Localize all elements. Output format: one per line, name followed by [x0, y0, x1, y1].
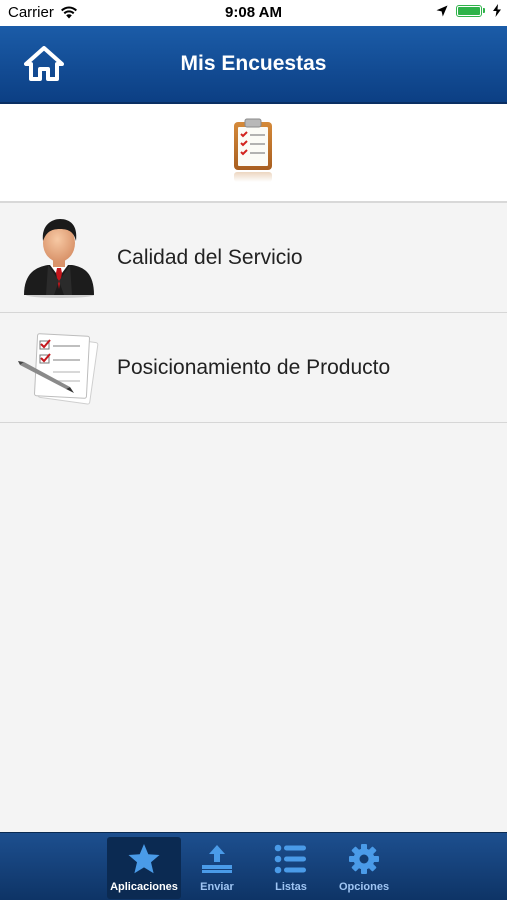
location-arrow-icon — [436, 5, 448, 16]
star-icon — [128, 844, 160, 874]
businessman-icon — [24, 219, 94, 298]
checklist-document-icon — [18, 333, 99, 405]
status-right-group — [436, 4, 501, 17]
survey-label: Calidad del Servicio — [117, 246, 303, 269]
tab-label: Listas — [275, 881, 307, 893]
tab-aplicaciones[interactable]: Aplicaciones — [107, 837, 181, 899]
list-item-calidad-del-servicio[interactable]: Calidad del Servicio — [0, 203, 507, 313]
tab-label: Enviar — [200, 881, 234, 893]
battery-tip — [483, 8, 485, 13]
survey-list: Calidad del Servicio Posicionamiento de … — [0, 203, 507, 423]
list-item-posicionamiento-de-producto[interactable]: Posicionamiento de Producto — [0, 313, 507, 423]
list-icon — [274, 844, 306, 874]
tab-label: Aplicaciones — [110, 881, 178, 893]
page-title: Mis Encuestas — [180, 52, 327, 75]
tab-bar: Aplicaciones Enviar Listas Opciones — [0, 832, 507, 900]
survey-label: Posicionamiento de Producto — [117, 356, 391, 379]
tab-enviar[interactable]: Enviar — [180, 837, 254, 899]
navigation-bar: Mis Encuestas — [0, 26, 507, 104]
tab-listas[interactable]: Listas — [254, 837, 328, 899]
tab-opciones[interactable]: Opciones — [327, 837, 401, 899]
clock: 9:08 AM — [225, 4, 282, 21]
charging-bolt-icon — [493, 4, 501, 17]
battery-icon — [456, 4, 482, 17]
gear-icon — [349, 844, 379, 874]
clipboard-icon — [234, 118, 272, 182]
status-bar: Carrier 9:08 AM — [0, 0, 507, 26]
tab-label: Opciones — [338, 881, 390, 893]
header-banner — [0, 104, 507, 203]
upload-tray-icon — [202, 845, 232, 873]
